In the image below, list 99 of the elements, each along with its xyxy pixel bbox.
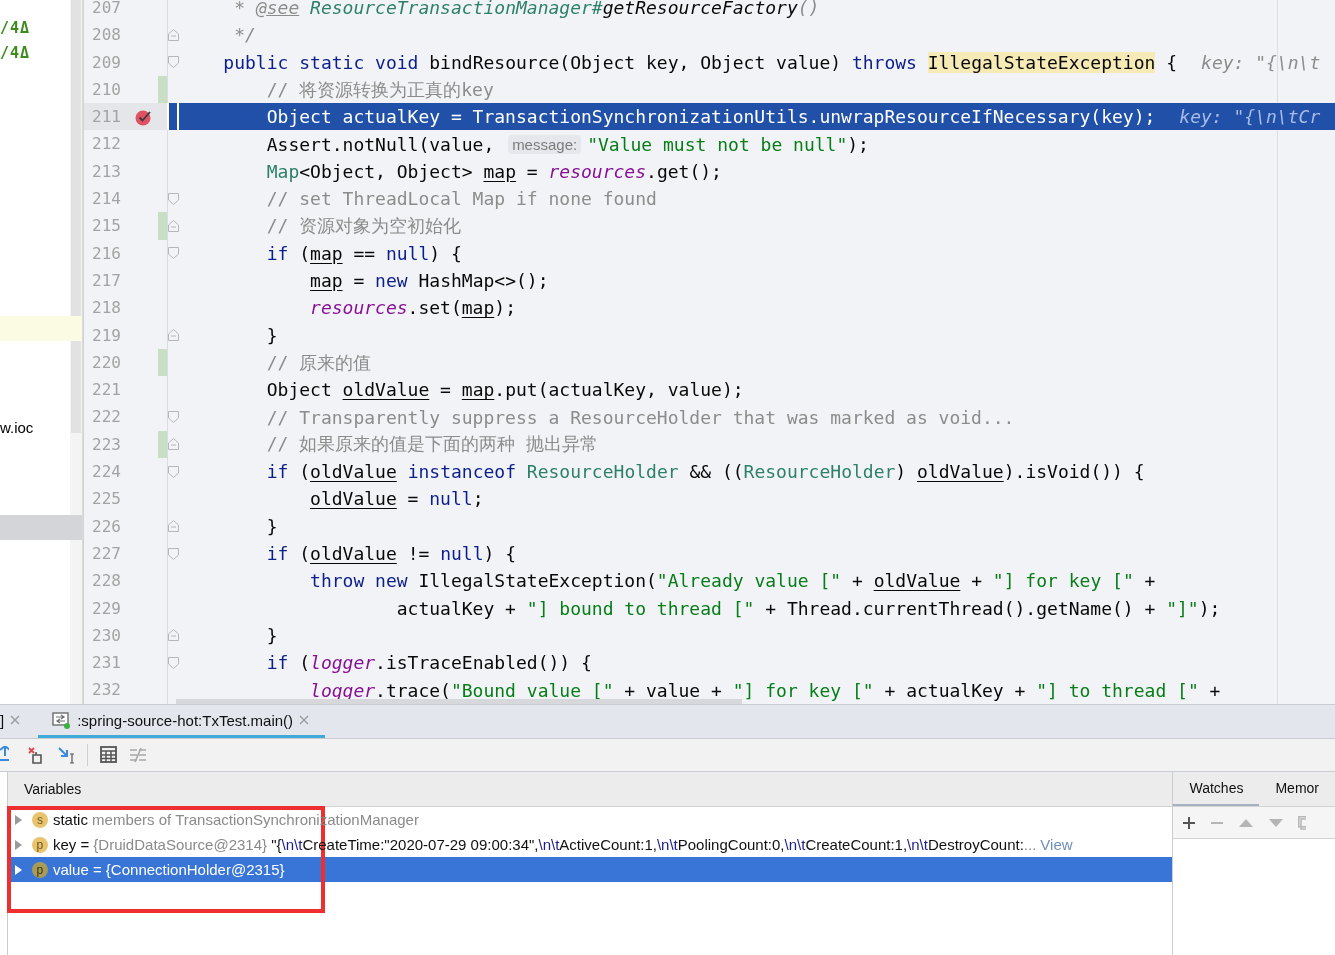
code-text: map = new HashMap<>(); xyxy=(309,270,549,292)
line-number: 213 xyxy=(91,160,121,183)
line-number: 216 xyxy=(91,242,121,265)
code-text: "Value must not be null"); xyxy=(587,133,869,155)
tree-item-label[interactable]: w.ioc xyxy=(0,419,34,436)
inlay-hint: key: "{\n\t xyxy=(1201,51,1321,73)
line-number: 230 xyxy=(91,624,121,647)
fold-icon[interactable] xyxy=(168,411,179,424)
code-text: Object actualKey = TransactionSynchronizationUtils.unwrapResourceIfNecessary(key); xyxy=(265,106,1156,128)
line-number: 218 xyxy=(91,297,121,320)
fold-icon[interactable] xyxy=(168,329,179,342)
copy-icon[interactable] xyxy=(1298,815,1307,830)
code-text: if (logger.isTraceEnabled()) { xyxy=(265,652,592,674)
line-number: 225 xyxy=(91,488,121,511)
code-text: if (oldValue != null) { xyxy=(265,543,516,565)
variable-type-badge: s xyxy=(31,811,48,828)
expand-arrow-icon[interactable] xyxy=(13,839,24,850)
change-marker[interactable] xyxy=(158,75,167,104)
add-icon[interactable] xyxy=(1182,815,1197,830)
tree-item-label[interactable]: /4Δ xyxy=(0,18,31,37)
code-text: } xyxy=(265,624,278,646)
line-number: 217 xyxy=(91,269,121,292)
code-text: } xyxy=(265,515,278,537)
line-number: 222 xyxy=(91,406,121,429)
panel-title: Variables xyxy=(23,781,82,797)
code-text: // 如果原来的值是下面的两种 抛出异常 xyxy=(265,432,599,457)
code-text: // 原来的值 xyxy=(265,350,372,375)
code-text: public static void bindResource(Object key, Object value) throws IllegalStateException { xyxy=(222,51,1178,73)
code-text: Object oldValue = map.put(actualKey, value); xyxy=(265,379,744,401)
code-text: * @see ResourceTransactionManager#getResourceFactory() xyxy=(233,0,820,19)
code-text: // set ThreadLocal Map if none found xyxy=(265,188,657,210)
fold-icon[interactable] xyxy=(168,56,179,69)
line-number: 212 xyxy=(91,133,121,156)
scrollbar-thumb[interactable] xyxy=(71,0,81,433)
line-number: 224 xyxy=(91,461,121,484)
run-to-cursor-icon[interactable] xyxy=(57,746,75,764)
code-text: actualKey + "] bound to thread [" + Thread.currentThread().getName() + "]"); xyxy=(395,597,1221,619)
fold-icon[interactable] xyxy=(168,656,179,669)
line-number: 221 xyxy=(91,379,121,402)
code-text: // 将资源转换为正真的key xyxy=(265,77,494,102)
fold-icon[interactable] xyxy=(168,438,179,451)
inlay-hint: key: "{\n\tCr xyxy=(1179,106,1321,128)
expand-arrow-icon[interactable] xyxy=(13,864,24,875)
code-text: // Transparently suppress a ResourceHolder that was marked as void... xyxy=(265,406,1015,428)
line-number: 207 xyxy=(91,0,121,19)
line-number: 226 xyxy=(91,515,121,538)
code-text: } xyxy=(265,324,278,346)
scrollbar-thumb[interactable] xyxy=(176,699,742,704)
fold-icon[interactable] xyxy=(168,465,179,478)
code-text: // 资源对象为空初始化 xyxy=(265,214,462,238)
variable-text: value = {ConnectionHolder@2315} xyxy=(52,861,285,878)
line-number: 227 xyxy=(91,542,121,565)
line-number: 219 xyxy=(91,324,121,347)
code-text: resources.set(map); xyxy=(309,297,516,319)
line-number: 232 xyxy=(91,679,121,702)
fold-icon[interactable] xyxy=(168,547,179,560)
code-text: oldValue = null; xyxy=(309,488,484,510)
line-number: 215 xyxy=(91,215,121,238)
line-number: 210 xyxy=(91,78,121,101)
step-out-icon[interactable] xyxy=(0,746,9,764)
line-number: 220 xyxy=(91,351,121,374)
line-number: 231 xyxy=(91,652,121,675)
line-number: 209 xyxy=(91,51,121,74)
line-number: 208 xyxy=(91,24,121,47)
expand-arrow-icon[interactable] xyxy=(13,814,24,825)
inlay-hint: message: xyxy=(508,134,582,154)
code-text: */ xyxy=(233,24,256,46)
line-number: 211 xyxy=(91,106,121,129)
selected-row[interactable] xyxy=(0,515,82,540)
tab[interactable]: ] xyxy=(0,705,29,738)
line-number: 229 xyxy=(91,597,121,620)
line-number: 214 xyxy=(91,188,121,211)
current-row-highlight[interactable] xyxy=(0,316,82,341)
fold-icon[interactable] xyxy=(168,629,179,642)
close-icon[interactable] xyxy=(299,715,310,725)
code-text: throw new IllegalStateException("Already value [" + oldValue + "] for key [" + xyxy=(309,570,1156,592)
change-marker[interactable] xyxy=(158,430,167,459)
fold-icon[interactable] xyxy=(168,247,179,260)
change-marker[interactable] xyxy=(158,212,167,240)
trace-icon[interactable] xyxy=(129,746,147,764)
variable-type-badge: p xyxy=(31,836,48,853)
close-icon[interactable] xyxy=(10,715,21,725)
fold-icon[interactable] xyxy=(168,192,179,205)
variable-type-badge: p xyxy=(31,861,48,878)
fold-icon[interactable] xyxy=(168,220,179,232)
code-text: Map<Object, Object> map = resources.get(); xyxy=(265,160,722,182)
code-text: if (oldValue instanceof ResourceHolder && ((ResourceHolder) oldValue).isVoid()) { xyxy=(265,461,1145,483)
tree-item-label[interactable]: /4Δ xyxy=(0,43,31,62)
drop-frame-icon[interactable] xyxy=(27,746,45,764)
line-number: 223 xyxy=(91,433,121,456)
tab[interactable]: Memor xyxy=(1259,772,1335,806)
change-marker[interactable] xyxy=(158,348,167,377)
console-icon xyxy=(52,710,72,730)
code-text: if (map == null) { xyxy=(265,242,462,264)
fold-icon[interactable] xyxy=(168,28,179,41)
code-text: Assert.notNull(value, xyxy=(265,133,496,155)
fold-icon[interactable] xyxy=(168,520,179,533)
line-number: 228 xyxy=(91,570,121,593)
calculator-icon[interactable] xyxy=(100,746,117,764)
